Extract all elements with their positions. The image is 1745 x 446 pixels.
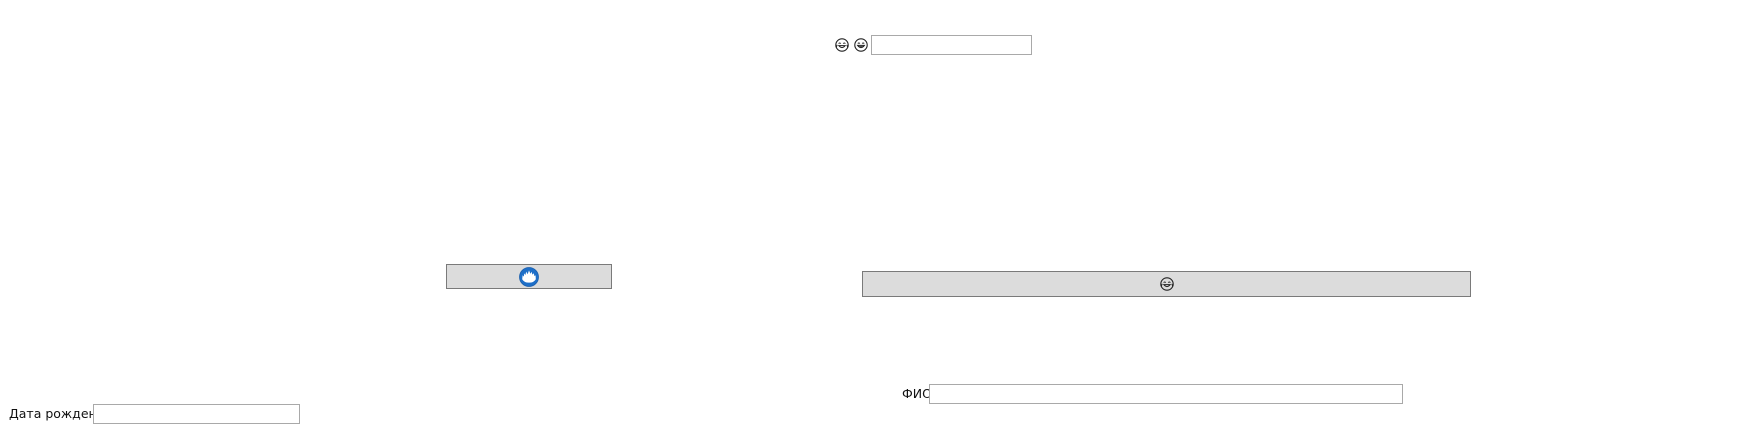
form-canvas: ФИО Дата рождения xyxy=(0,0,1745,446)
birthdate-input[interactable] xyxy=(93,404,300,424)
fio-input[interactable] xyxy=(929,384,1403,404)
fio-label: ФИО xyxy=(902,386,932,401)
laughing-emoji-icon xyxy=(835,38,849,52)
globe-button[interactable] xyxy=(446,264,612,289)
wide-emoji-button[interactable] xyxy=(862,271,1471,297)
laughing-emoji-icon xyxy=(1159,277,1174,291)
blue-globe-icon xyxy=(519,266,539,287)
grinning-emoji-icon xyxy=(854,38,868,52)
top-text-input[interactable] xyxy=(871,35,1032,55)
